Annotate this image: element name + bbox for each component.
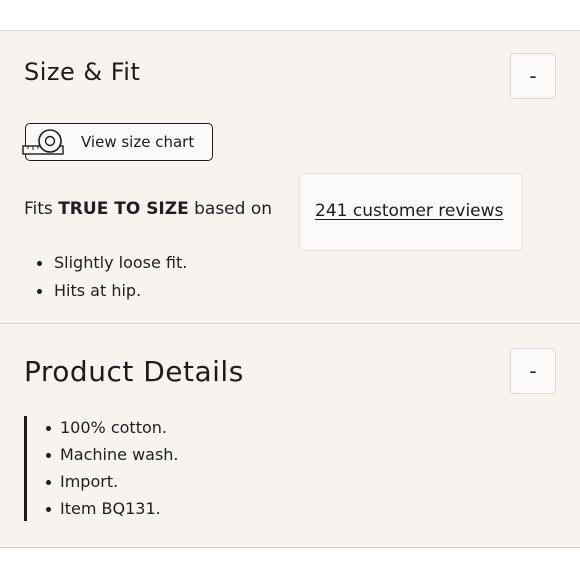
details-accent-bar — [24, 416, 27, 521]
customer-reviews-link[interactable]: 241 customer reviews — [315, 201, 503, 221]
list-item: 100% cotton. — [46, 418, 179, 445]
minus-icon: - — [529, 359, 537, 383]
size-fit-collapse-button[interactable]: - — [510, 53, 556, 99]
list-item: Slightly loose fit. — [36, 253, 187, 281]
size-fit-title: Size & Fit — [24, 58, 141, 86]
minus-icon: - — [529, 64, 537, 88]
product-details-collapse-button[interactable]: - — [510, 348, 556, 394]
fits-prefix: Fits — [24, 199, 53, 219]
list-item: Item BQ131. — [46, 499, 179, 526]
fit-notes-list: Slightly loose fit. Hits at hip. — [36, 253, 187, 309]
product-details-list: 100% cotton. Machine wash. Import. Item … — [46, 418, 179, 526]
measuring-tape-icon — [22, 129, 64, 155]
product-details-title: Product Details — [24, 355, 244, 388]
product-details-section: Product Details - 100% cotton. Machine w… — [0, 325, 580, 548]
fit-summary: Fits TRUE TO SIZE based on — [24, 199, 272, 219]
reviews-link-container: 241 customer reviews — [299, 173, 523, 251]
fits-value: TRUE TO SIZE — [58, 199, 189, 219]
list-item: Machine wash. — [46, 445, 179, 472]
list-item: Hits at hip. — [36, 281, 187, 309]
view-size-chart-label: View size chart — [81, 133, 195, 151]
fits-suffix: based on — [194, 199, 273, 219]
view-size-chart-button[interactable]: View size chart — [22, 123, 213, 161]
list-item: Import. — [46, 472, 179, 499]
size-fit-section: Size & Fit - View size chart Fits TRUE T… — [0, 30, 580, 324]
